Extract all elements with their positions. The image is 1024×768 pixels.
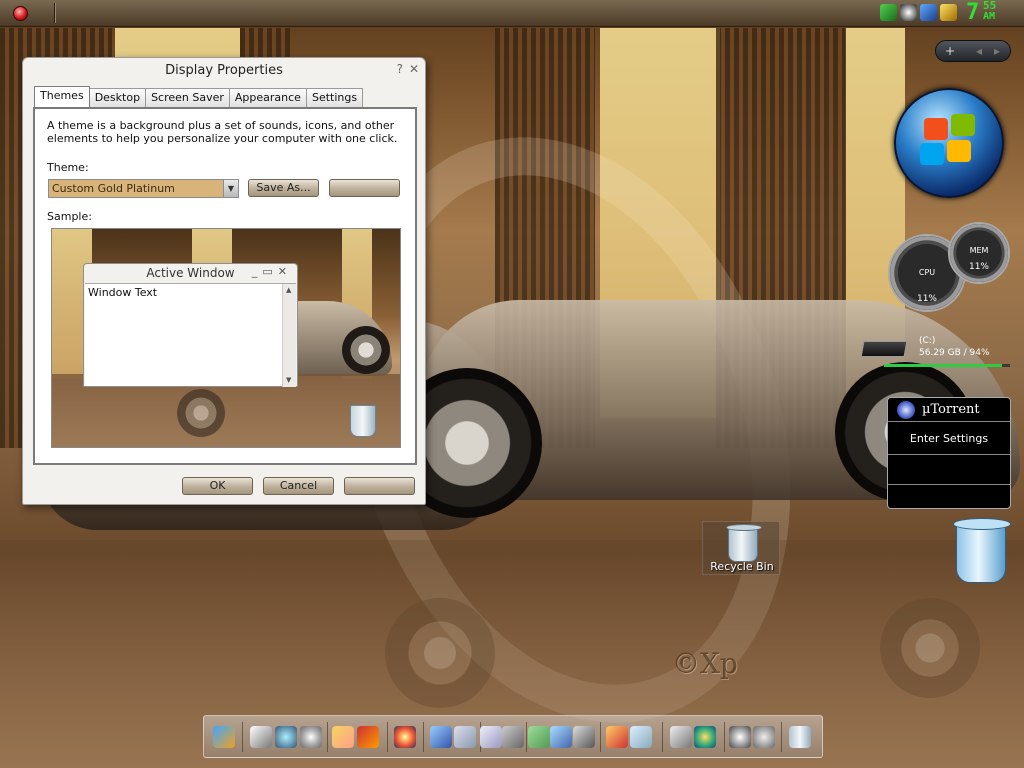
drive-label: (C:) (919, 336, 936, 346)
power-icon[interactable] (729, 726, 751, 748)
theme-label: Theme: (47, 161, 89, 174)
media-player-icon[interactable] (213, 726, 235, 748)
files-icon[interactable] (454, 726, 476, 748)
books-icon[interactable] (357, 726, 379, 748)
theme-sample-preview: Active Window _▭✕ Window Text ▲ ▼ (51, 228, 401, 448)
tab-settings[interactable]: Settings (305, 88, 364, 107)
close-button[interactable]: ✕ (409, 62, 419, 76)
tab-desktop[interactable]: Desktop (88, 88, 147, 107)
top-menu-bar: 7 55 AM (0, 0, 1024, 27)
save-as-button[interactable]: Save As... (248, 179, 319, 197)
next-gadget-button[interactable]: ▸ (994, 41, 1000, 61)
paint-icon[interactable] (332, 726, 354, 748)
tab-appearance[interactable]: Appearance (228, 88, 307, 107)
memory-gauge-label: MEM (969, 246, 989, 255)
calendar-icon[interactable] (250, 726, 272, 748)
chevron-down-icon[interactable]: ▼ (223, 179, 239, 198)
dock-recycle-bin-icon[interactable] (953, 518, 1011, 583)
preview-scrollbar: ▲ ▼ (282, 284, 296, 387)
windows-start-orb-icon[interactable] (894, 88, 1004, 198)
system-tray (880, 4, 957, 21)
recycle-bin-desktop-icon[interactable]: Recycle Bin (702, 521, 780, 575)
sample-label: Sample: (47, 210, 92, 223)
display-properties-dialog: Display Properties ? ✕ Themes Desktop Sc… (22, 57, 426, 505)
drive-usage-fill (884, 364, 1003, 367)
clock-hour: 7 (966, 0, 980, 25)
help-button[interactable]: ? (397, 62, 403, 76)
network-icon[interactable] (880, 4, 897, 21)
prev-gadget-button[interactable]: ◂ (976, 41, 982, 61)
network-icon[interactable] (430, 726, 452, 748)
bugs-icon[interactable] (573, 726, 595, 748)
drive-meter: (C:) 56.29 GB / 94% (860, 333, 1010, 367)
clock-ampm: AM (983, 11, 996, 22)
dialog-title: Display Properties (165, 63, 283, 78)
tab-screen-saver[interactable]: Screen Saver (145, 88, 230, 107)
drive-stats: 56.29 GB / 94% (919, 348, 990, 358)
window-text: Window Text (88, 286, 158, 299)
watermark: ©Xp (672, 647, 738, 680)
media-center-icon[interactable] (606, 726, 628, 748)
ie-icon[interactable] (670, 726, 692, 748)
tools-icon[interactable] (502, 726, 524, 748)
delete-button[interactable] (329, 179, 400, 197)
trash-icon[interactable] (789, 726, 811, 748)
recycle-bin-label: Recycle Bin (710, 560, 774, 573)
firefox-icon[interactable] (394, 726, 416, 748)
theme-description: A theme is a background plus a set of so… (47, 119, 398, 145)
display-icon[interactable] (550, 726, 572, 748)
utorrent-logo-icon (897, 401, 915, 419)
cpu-gauge-value: 11% (916, 294, 937, 304)
tab-strip: Themes Desktop Screen Saver Appearance S… (34, 86, 364, 107)
theme-select[interactable]: Custom Gold Platinum ▼ (48, 179, 239, 198)
back-icon[interactable] (753, 726, 775, 748)
enter-settings-link[interactable]: Enter Settings (888, 422, 1010, 455)
memory-gauge: MEM 11% (948, 222, 1010, 284)
cd-icon[interactable] (300, 726, 322, 748)
cancel-button[interactable]: Cancel (263, 477, 334, 495)
safari-icon[interactable] (275, 726, 297, 748)
theme-select-value: Custom Gold Platinum (52, 182, 175, 195)
add-gadget-button[interactable]: + (945, 41, 955, 61)
close-orb-icon[interactable] (13, 6, 28, 21)
separator (54, 3, 56, 23)
utorrent-row (888, 455, 1010, 485)
notepad-icon[interactable] (480, 726, 502, 748)
drive-chip-icon (860, 341, 908, 357)
ok-button[interactable]: OK (182, 477, 253, 495)
recycle-bin-icon (350, 405, 376, 437)
mail-icon[interactable] (528, 726, 550, 748)
apply-button[interactable] (344, 477, 415, 495)
clock[interactable]: 7 55 AM (966, 0, 996, 25)
memory-gauge-value: 11% (968, 262, 989, 272)
windows-logo-icon[interactable] (694, 726, 716, 748)
clock-minutes: 55 (983, 0, 997, 12)
themes-panel: A theme is a background plus a set of so… (33, 107, 417, 465)
tab-themes[interactable]: Themes (34, 86, 90, 107)
recycle-bin-icon (726, 524, 762, 562)
antivirus-icon[interactable] (900, 4, 917, 21)
dock-bar (203, 715, 823, 758)
active-window-preview: Active Window _▭✕ Window Text ▲ ▼ (83, 263, 298, 387)
screen-icon[interactable] (630, 726, 652, 748)
drive-usage-bar (884, 364, 1010, 367)
tools-icon[interactable] (940, 4, 957, 21)
sidebar-control-pill: + ◂ ▸ (935, 40, 1011, 62)
computer-icon[interactable] (920, 4, 937, 21)
window-controls-icon: _▭✕ (251, 265, 292, 278)
utorrent-gadget: µTorrent Enter Settings (887, 397, 1011, 509)
